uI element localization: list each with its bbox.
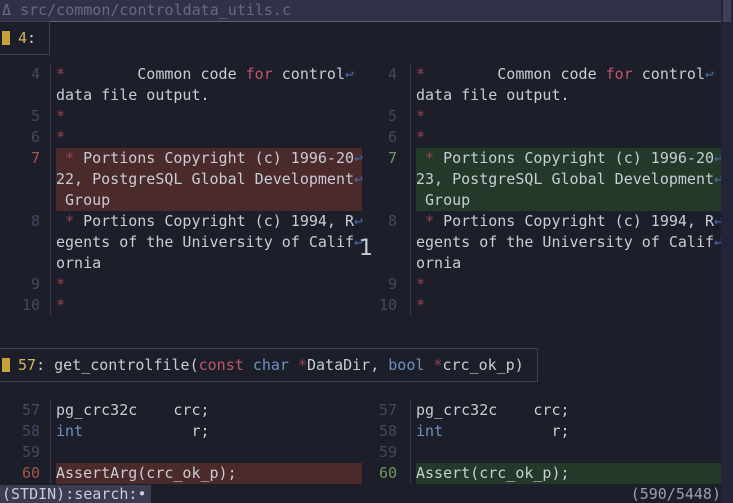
left-code-line: Group bbox=[56, 190, 362, 211]
diff-row: 60 AssertArg(crc_ok_p); 60 Assert(crc_ok_p)… bbox=[0, 463, 722, 484]
right-line-number: 57 bbox=[378, 401, 397, 419]
right-code-line: Assert(crc_ok_p); bbox=[416, 463, 722, 484]
hunk-line-number: 4 bbox=[18, 29, 28, 47]
right-code-line: * bbox=[416, 107, 426, 125]
column-divider bbox=[410, 64, 411, 316]
hunk-function-signature: get_controlfile(const char *DataDir, boo… bbox=[54, 356, 524, 374]
left-code-line: 22, PostgreSQL Global Development↩ bbox=[56, 169, 364, 190]
left-code-line: * Portions Copyright (c) 1996-20↩ bbox=[56, 148, 363, 169]
left-code-line: * bbox=[56, 275, 66, 293]
vertical-scrollbar[interactable] bbox=[721, 0, 733, 503]
left-line-number: 7 bbox=[30, 149, 40, 167]
left-code-line: * bbox=[56, 296, 66, 314]
right-code-line: 23, PostgreSQL Global Development↩ bbox=[416, 169, 724, 190]
right-code-line: * bbox=[416, 275, 426, 293]
file-path: src/common/controldata_utils.c bbox=[20, 1, 291, 19]
right-code-line: * Portions Copyright (c) 1994, R↩ bbox=[425, 212, 724, 230]
right-code-line: * bbox=[416, 128, 426, 146]
left-code-line: * Common code for control↩ bbox=[56, 65, 355, 83]
right-code-line: * Common code for control↩ bbox=[416, 65, 715, 83]
diff-row: 10 * 10 * bbox=[0, 295, 721, 316]
right-line-number: 10 bbox=[378, 296, 397, 314]
left-line-number: 6 bbox=[30, 128, 40, 146]
hunk-marker-icon bbox=[2, 358, 10, 372]
left-line-number: 10 bbox=[21, 296, 40, 314]
delta-icon: Δ bbox=[2, 1, 12, 19]
right-line-number: 6 bbox=[387, 128, 397, 146]
left-line-number: 9 bbox=[30, 275, 40, 293]
left-code-line: AssertArg(crc_ok_p); bbox=[56, 463, 362, 484]
left-code-line: * bbox=[56, 128, 66, 146]
right-line-number: 9 bbox=[387, 275, 397, 293]
diff-row: data file output. data file output. bbox=[0, 85, 721, 106]
diff-row: Group Group bbox=[0, 190, 722, 211]
position-indicator: (590/5448) bbox=[630, 485, 721, 503]
diff-row: 58 int r; 58 int r; bbox=[0, 421, 721, 442]
left-line-number: 59 bbox=[21, 443, 40, 461]
diff-row: 7 * Portions Copyright (c) 1996-20↩ 7 * P… bbox=[0, 148, 723, 169]
hunk-header-2[interactable]: 57: get_controlfile(const char *DataDir,… bbox=[0, 348, 538, 382]
diff-row: 22, PostgreSQL Global Development↩ 23, Po… bbox=[0, 169, 724, 190]
column-divider bbox=[410, 400, 411, 484]
right-code-line: egents of the University of Calif↩ bbox=[416, 233, 724, 251]
hunk-line-number: 57 bbox=[18, 356, 37, 374]
right-line-number: 8 bbox=[387, 212, 397, 230]
diff-row: 57 pg_crc32c crc; 57 pg_crc32c crc; bbox=[0, 400, 721, 421]
left-line-number: 4 bbox=[30, 65, 40, 83]
diff-row: 8 * Portions Copyright (c) 1994, R↩ 8 * P… bbox=[0, 211, 724, 232]
hunk-suffix: : bbox=[27, 29, 37, 47]
left-code-line: data file output. bbox=[56, 86, 210, 104]
overlay-number: 1 bbox=[359, 236, 373, 261]
right-code-line: * Portions Copyright (c) 1996-20↩ bbox=[416, 148, 723, 169]
hunk-marker-icon bbox=[2, 31, 10, 45]
status-line: (STDIN):search:• (590/5448) bbox=[0, 485, 733, 503]
right-code-line: data file output. bbox=[416, 86, 570, 104]
hunk-header-1[interactable]: 4: bbox=[0, 21, 50, 55]
left-code-line: ornia bbox=[56, 254, 102, 272]
file-header: Δ src/common/controldata_utils.c bbox=[0, 0, 723, 22]
scroll-thumb[interactable] bbox=[723, 0, 731, 22]
right-code-line: pg_crc32c crc; bbox=[416, 401, 570, 419]
left-code-line: pg_crc32c crc; bbox=[56, 401, 210, 419]
left-line-number: 57 bbox=[21, 401, 40, 419]
left-line-number: 8 bbox=[30, 212, 40, 230]
right-line-number: 5 bbox=[387, 107, 397, 125]
left-line-number: 58 bbox=[21, 422, 40, 440]
diff-row: 5 * 5 * bbox=[0, 106, 721, 127]
left-code-line: egents of the University of Calif↩ bbox=[56, 233, 364, 251]
right-line-number: 60 bbox=[378, 464, 397, 482]
left-code-line: * bbox=[56, 107, 66, 125]
left-code-line: * Portions Copyright (c) 1994, R↩ bbox=[65, 212, 364, 230]
right-line-number: 4 bbox=[387, 65, 397, 83]
right-code-line: Group bbox=[416, 190, 722, 211]
search-prompt[interactable]: (STDIN):search:• bbox=[0, 485, 151, 503]
right-line-number: 7 bbox=[387, 149, 397, 167]
column-divider bbox=[50, 400, 51, 484]
right-code-line: int r; bbox=[416, 422, 570, 440]
diff-row: 6 * 6 * bbox=[0, 127, 721, 148]
right-code-line: ornia bbox=[416, 254, 462, 272]
left-line-number: 5 bbox=[30, 107, 40, 125]
diff-row: 9 * 9 * bbox=[0, 274, 721, 295]
column-divider bbox=[50, 64, 51, 316]
left-code-line: int r; bbox=[56, 422, 210, 440]
left-line-number: 60 bbox=[21, 464, 40, 482]
hunk-suffix: : bbox=[36, 356, 46, 374]
right-code-line: * bbox=[416, 296, 426, 314]
diff-row: 59 59 bbox=[0, 442, 721, 463]
diff-row: 4 * Common code for control↩ 4 * Common cod… bbox=[0, 64, 721, 85]
right-line-number: 58 bbox=[378, 422, 397, 440]
right-line-number: 59 bbox=[378, 443, 397, 461]
